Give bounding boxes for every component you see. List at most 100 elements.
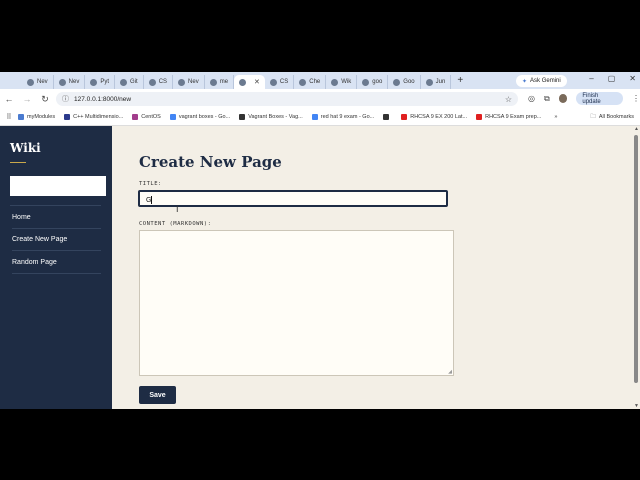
gemini-icon: ✦ <box>522 78 528 85</box>
tab-favicon-icon <box>209 78 217 86</box>
text-caret <box>151 196 153 205</box>
browser-tab[interactable]: Che <box>294 75 327 89</box>
tab-favicon-icon <box>239 78 247 86</box>
tab-strip: Nev Nev Pyt Git CS Nev me ✕ CS Che Wik goo Goo Jun + ✦… <box>0 72 640 89</box>
browser-tab[interactable]: Nev <box>173 75 205 89</box>
browser-toolbar: ← → ↻ ⓘ 127.0.0.1:8000/new ☆ ◎ ⧉ Finish … <box>0 89 640 109</box>
scroll-thumb[interactable] <box>634 135 638 383</box>
url-text: 127.0.0.1:8000/new <box>74 95 132 103</box>
browser-tab[interactable]: Nev <box>22 75 54 89</box>
browser-tab[interactable]: Jun <box>421 75 452 89</box>
tab-favicon-icon <box>148 78 156 86</box>
profile-avatar[interactable] <box>558 94 568 103</box>
tab-favicon-icon <box>425 78 433 86</box>
site-brand[interactable]: Wiki <box>10 141 41 155</box>
tab-label: me <box>219 79 229 85</box>
finish-update-button[interactable]: Finish update <box>576 92 623 105</box>
tab-favicon-icon <box>299 78 307 86</box>
ask-gemini-button[interactable]: ✦ Ask Gemini <box>516 75 567 87</box>
browser-tab[interactable]: CS <box>265 75 295 89</box>
restore-icon[interactable]: ▢ <box>608 74 616 83</box>
bookmark-item[interactable]: vagrant boxes - Go... <box>169 114 231 120</box>
window-controls: – ▢ ✕ <box>589 74 636 83</box>
browser-tab[interactable]: Wik <box>326 75 358 89</box>
browser-tab[interactable]: Pyt <box>85 75 116 89</box>
tab-label: Nev <box>68 79 80 85</box>
tab-label: Git <box>130 79 138 85</box>
extensions-puzzle-icon[interactable]: ⧉ <box>544 94 550 104</box>
brand-underline <box>10 162 26 163</box>
browser-tab[interactable]: me <box>205 75 235 89</box>
bookmark-item[interactable]: CentOS <box>132 114 161 120</box>
bookmark-label: RHCSA 9 EX 200 Lat... <box>410 114 468 120</box>
reload-icon[interactable]: ↻ <box>36 94 54 105</box>
sidebar-item-random-page[interactable]: Random Page <box>12 251 101 274</box>
tab-favicon-icon <box>27 78 34 86</box>
tab-list: Nev Nev Pyt Git CS Nev me ✕ CS Che Wik goo Goo Jun + <box>0 72 463 89</box>
wiki-page: Wiki Home Create New Page Random Page Cr… <box>0 126 640 409</box>
bookmark-item[interactable]: C++ Multidimensio... <box>64 114 123 120</box>
tab-favicon-icon <box>120 78 128 86</box>
content-textarea[interactable]: ◢ <box>139 230 454 376</box>
close-icon[interactable]: ✕ <box>629 74 636 83</box>
bookmark-item[interactable]: myModules <box>18 114 55 120</box>
scroll-down-icon[interactable]: ▼ <box>634 403 639 409</box>
resize-grip-icon[interactable]: ◢ <box>448 369 452 375</box>
browser-tab[interactable]: Goo <box>388 75 421 89</box>
tab-label: goo <box>372 79 383 85</box>
bookmark-label: vagrant boxes - Go... <box>178 114 231 120</box>
bookmark-label: C++ Multidimensio... <box>73 114 124 120</box>
bookmark-item[interactable]: RHCSA 9 EX 200 Lat... <box>401 114 467 120</box>
bookmarks-bar: ⠿ myModules C++ Multidimensio... CentOS vag… <box>0 109 640 126</box>
scroll-up-icon[interactable]: ▲ <box>634 126 639 132</box>
menu-kebab-icon[interactable]: ⋮ <box>632 94 640 103</box>
forward-icon[interactable]: → <box>18 94 36 104</box>
tab-close-icon[interactable]: ✕ <box>254 78 260 86</box>
bookmark-item[interactable]: Vagrant Boxes - Vag... <box>239 114 303 120</box>
bookmark-item[interactable] <box>383 114 392 120</box>
tab-label: Che <box>309 79 321 85</box>
bookmark-label: RHCSA 9 Exam prep... <box>485 114 542 120</box>
all-bookmarks-button[interactable]: 🗀 All Bookmarks <box>590 113 634 122</box>
bookmark-favicon-icon <box>169 114 176 120</box>
tab-label: Goo <box>403 79 415 85</box>
browser-tab[interactable]: CS <box>144 75 174 89</box>
page-scrollbar[interactable]: ▲ ▼ <box>632 126 640 409</box>
title-input[interactable]: G <box>138 190 448 207</box>
bookmark-favicon-icon <box>311 114 318 120</box>
browser-tab[interactable]: goo <box>357 75 389 89</box>
ibeam-cursor-icon: I <box>176 204 179 214</box>
bookmark-item[interactable]: RHCSA 9 Exam prep... <box>476 114 541 120</box>
tab-label: Pyt <box>100 79 110 85</box>
bookmark-item[interactable]: red hat 9 exam - Go... <box>311 114 374 120</box>
minimize-icon[interactable]: – <box>589 74 593 83</box>
apps-grid-icon[interactable]: ⠿ <box>0 113 18 121</box>
bookmark-favicon-icon <box>383 114 390 120</box>
sidebar-item-create-new-page[interactable]: Create New Page <box>12 228 101 251</box>
sidebar-search-input[interactable] <box>10 176 106 196</box>
browser-tab[interactable]: Git <box>115 75 144 89</box>
new-tab-button[interactable]: + <box>457 75 463 86</box>
tab-favicon-icon <box>331 78 339 86</box>
bookmark-list: myModules C++ Multidimensio... CentOS vagra… <box>18 114 550 120</box>
extension-icon[interactable]: ◎ <box>528 94 535 103</box>
bookmark-star-icon[interactable]: ☆ <box>505 95 512 104</box>
site-info-icon[interactable]: ⓘ <box>62 94 69 104</box>
tab-label: CS <box>279 79 289 85</box>
address-bar[interactable]: ⓘ 127.0.0.1:8000/new ☆ <box>56 92 518 106</box>
tab-label: Jun <box>435 79 446 85</box>
tab-favicon-icon <box>393 78 401 86</box>
all-bookmarks-label: All Bookmarks <box>598 114 634 120</box>
bookmark-label: CentOS <box>141 114 161 120</box>
more-bookmarks-button[interactable]: » <box>554 114 557 120</box>
sidebar-item-home[interactable]: Home <box>12 206 101 229</box>
sidebar: Wiki Home Create New Page Random Page <box>0 126 112 409</box>
browser-tab[interactable]: ✕ <box>234 75 265 89</box>
content-label: CONTENT (MARKDOWN): <box>139 221 212 227</box>
bookmark-label: myModules <box>27 114 56 120</box>
save-button[interactable]: Save <box>139 386 176 404</box>
back-icon[interactable]: ← <box>0 94 18 104</box>
tab-favicon-icon <box>90 78 98 86</box>
tab-label: Wik <box>341 79 352 85</box>
browser-tab[interactable]: Nev <box>54 75 86 89</box>
